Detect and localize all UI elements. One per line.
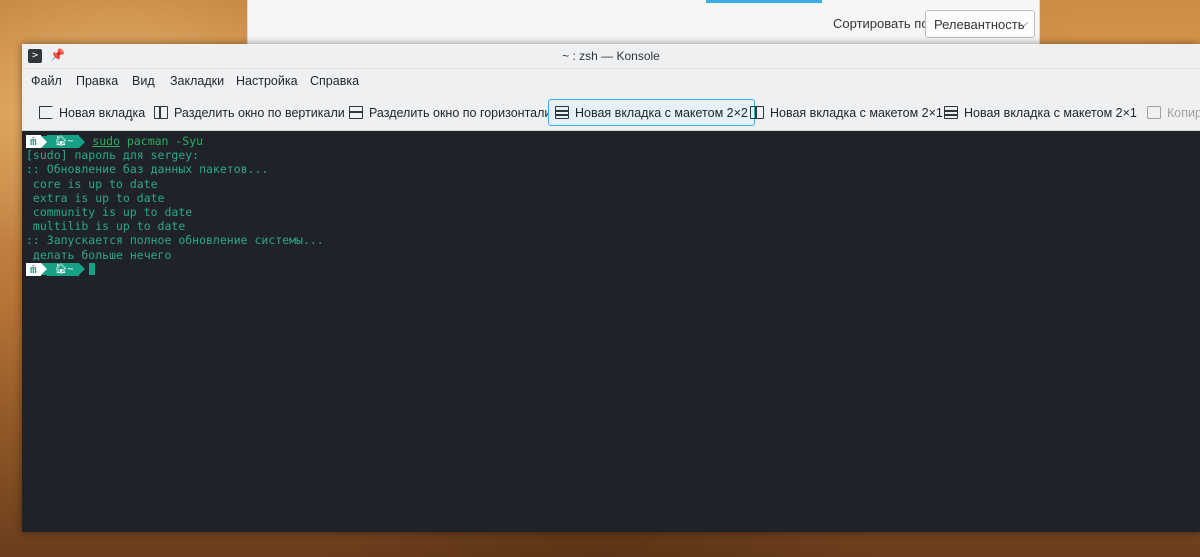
- copy-button[interactable]: Копиро: [1140, 99, 1200, 126]
- split-horizontal-label: Разделить окно по горизонтали: [369, 105, 552, 120]
- split-horizontal-button[interactable]: Разделить окно по горизонтали: [342, 99, 558, 126]
- grid-layout-icon: [944, 106, 958, 119]
- split-vertical-icon: [154, 106, 168, 119]
- grid-layout-icon: [555, 106, 569, 119]
- prompt-separator: [79, 135, 86, 148]
- split-vertical-button[interactable]: Разделить окно по вертикали: [147, 99, 352, 126]
- sort-select[interactable]: Релевантность ⌵: [925, 10, 1035, 38]
- window-title: ~ : zsh — Konsole: [562, 49, 660, 63]
- prompt-line: ṁ 🏠︎~: [26, 262, 1196, 276]
- terminal-cursor: [89, 263, 96, 276]
- command-args: pacman -Syu: [120, 134, 204, 148]
- output-line: extra is up to date: [26, 190, 165, 205]
- new-tab-2x1-vertical-label: Новая вкладка с макетом 2×1: [770, 105, 943, 120]
- prompt-dir-text: ~: [67, 263, 74, 275]
- menu-file[interactable]: Файл: [31, 74, 62, 88]
- title-bar[interactable]: > 📌 ~ : zsh — Konsole: [22, 44, 1200, 69]
- copy-label: Копиро: [1167, 105, 1200, 120]
- manjaro-logo-icon: ṁ: [26, 262, 41, 276]
- split-vertical-label: Разделить окно по вертикали: [174, 105, 345, 120]
- output-line: community is up to date: [26, 204, 193, 219]
- menu-settings[interactable]: Настройка: [236, 74, 298, 88]
- toolbar: Новая вкладка ⌄ Разделить окно по вертик…: [22, 93, 1200, 131]
- prompt: ṁ 🏠︎~: [26, 135, 86, 148]
- output-line: делать больше нечего: [26, 247, 172, 262]
- prompt-directory: 🏠︎~: [46, 262, 80, 276]
- sort-label: Сортировать по: [833, 16, 929, 31]
- prompt-separator: [79, 263, 86, 276]
- new-tab-icon: [39, 106, 53, 119]
- new-tab-2x2-button[interactable]: Новая вкладка с макетом 2×2: [548, 99, 755, 126]
- new-tab-2x1-horizontal-label: Новая вкладка с макетом 2×1: [964, 105, 1137, 120]
- output-line: [sudo] пароль для sergey:: [26, 148, 200, 163]
- terminal-output[interactable]: ṁ 🏠︎~ sudo pacman -Syu [sudo] пароль для …: [22, 132, 1200, 532]
- active-tab-indicator: [706, 0, 822, 3]
- prompt-directory: 🏠︎~: [46, 135, 80, 148]
- output-line: :: Запускается полное обновление системы…: [26, 233, 324, 248]
- menu-help[interactable]: Справка: [310, 74, 359, 88]
- output-line: :: Обновление баз данных пакетов...: [26, 162, 269, 177]
- chevron-down-icon[interactable]: ⌄: [128, 114, 135, 123]
- sort-select-value: Релевантность: [934, 17, 1025, 32]
- new-tab-2x1-vertical-button[interactable]: Новая вкладка с макетом 2×1: [743, 99, 950, 126]
- menu-bookmarks[interactable]: Закладки: [170, 74, 224, 88]
- konsole-window: > 📌 ~ : zsh — Konsole Файл Правка Вид За…: [22, 44, 1200, 532]
- split-vertical-icon: [750, 106, 764, 119]
- prompt-line: ṁ 🏠︎~ sudo pacman -Syu: [26, 134, 1196, 148]
- output-line: core is up to date: [26, 176, 158, 191]
- manjaro-logo-icon: ṁ: [26, 135, 41, 148]
- menu-bar: Файл Правка Вид Закладки Настройка Справ…: [22, 69, 1200, 93]
- home-icon: 🏠︎: [54, 263, 68, 275]
- background-window: Сортировать по Релевантность ⌵: [247, 0, 1040, 44]
- copy-icon: [1147, 106, 1161, 119]
- home-icon: 🏠︎: [54, 136, 68, 147]
- chevron-down-icon: ⌵: [1018, 16, 1028, 30]
- new-tab-2x1-horizontal-button[interactable]: Новая вкладка с макетом 2×1: [937, 99, 1144, 126]
- menu-edit[interactable]: Правка: [76, 74, 118, 88]
- output-line: multilib is up to date: [26, 219, 186, 234]
- split-horizontal-icon: [349, 106, 363, 119]
- menu-view[interactable]: Вид: [132, 74, 155, 88]
- new-tab-2x2-label: Новая вкладка с макетом 2×2: [575, 105, 748, 120]
- command-sudo: sudo: [92, 134, 120, 148]
- prompt: ṁ 🏠︎~: [26, 262, 86, 276]
- prompt-dir-text: ~: [67, 136, 74, 147]
